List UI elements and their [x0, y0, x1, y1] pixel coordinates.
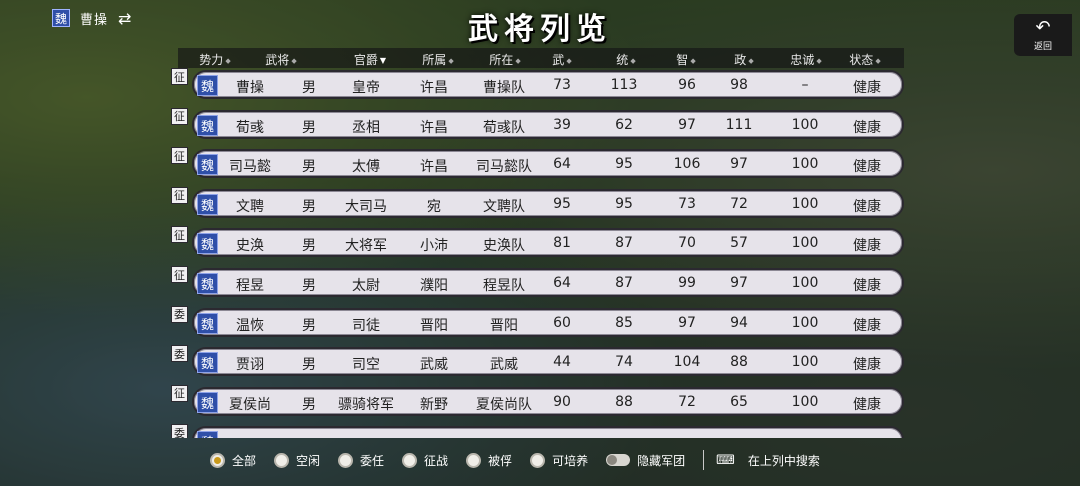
table-row[interactable]: 征魏司马懿男太傅 许昌 司马懿队 64 95 106 97 100 健康: [170, 147, 910, 181]
column-header-location[interactable]: 所在 ◆: [480, 51, 530, 68]
belong-cell: 许昌: [420, 159, 448, 176]
state-cell: 健康: [853, 159, 881, 176]
belong-cell: 濮阳: [420, 278, 448, 294]
table-row[interactable]: 委魏贾诩男司空 武威 武威 44 74 104 88 100 健康: [170, 345, 910, 379]
table-row[interactable]: 征魏程昱男太尉 濮阳 程昱队 64 87 99 97 100 健康: [170, 266, 910, 300]
back-button[interactable]: ↶ 返回: [1014, 14, 1072, 56]
duty-status-tag: 征: [171, 226, 188, 244]
radio-icon: [530, 452, 546, 468]
duty-status-tag: 委: [171, 345, 188, 363]
state-cell: 健康: [853, 317, 881, 334]
divider: [703, 450, 705, 470]
belong-cell: 新野: [420, 396, 448, 413]
radio-icon: [402, 452, 418, 468]
belong-cell: 小沛: [420, 238, 448, 255]
state-cell: 健康: [853, 357, 881, 374]
belong-cell: 宛: [427, 198, 441, 215]
duty-status-tag: 征: [171, 384, 188, 402]
radio-icon: [338, 452, 354, 468]
state-cell: 健康: [853, 396, 881, 413]
table-row[interactable]: 征魏曹操男皇帝 许昌 曹操队 73 113 96 98– 健康: [170, 68, 910, 102]
table-row[interactable]: 委魏: [170, 424, 910, 438]
toggle-switch: [606, 454, 631, 466]
table-header: 势力 ◆ 武将 ◆ 官爵 ▼ 所属 ◆ 所在 ◆ 武 ◆ 统 ◆ 智 ◆ 政 ◆ 忠诚 ◆ 状态 ◆: [178, 48, 904, 68]
duty-status-tag: 委: [171, 305, 188, 323]
sort-desc-icon: ▼: [379, 56, 387, 65]
duty-status-tag: 委: [171, 424, 188, 438]
table-row[interactable]: 委魏温恢男司徒 晋阳 晋阳 60 85 97 94 100 健康: [170, 305, 910, 340]
column-header-zhi[interactable]: 智 ◆: [672, 51, 700, 68]
column-header-faction[interactable]: 势力 ◆: [192, 51, 238, 68]
duty-status-tag: 征: [171, 186, 188, 204]
column-header-loyalty[interactable]: 忠诚 ◆: [784, 51, 828, 68]
belong-cell: 许昌: [420, 80, 448, 96]
filter-all[interactable]: 全部: [210, 452, 256, 469]
sort-icon: ◆: [748, 56, 754, 65]
sort-icon: ◆: [875, 56, 881, 65]
state-cell: 健康: [853, 278, 881, 294]
column-header-wu[interactable]: 武 ◆: [548, 51, 576, 68]
column-header-tong[interactable]: 统 ◆: [612, 51, 640, 68]
belong-cell: 晋阳: [420, 317, 448, 334]
table-row[interactable]: 征魏夏侯尚男骠骑将军 新野 夏侯尚队 90 88 72 65 100 健康: [170, 384, 910, 419]
hide-army-toggle[interactable]: 隐藏军团: [606, 452, 685, 469]
belong-cell: 武威: [420, 357, 448, 374]
sort-icon: ◆: [291, 56, 297, 65]
sort-icon: ◆: [630, 56, 636, 65]
sort-icon: ◆: [515, 56, 521, 65]
column-header-general[interactable]: 武将 ◆: [256, 51, 306, 68]
filter-captured[interactable]: 被俘: [466, 452, 512, 469]
belong-cell: 许昌: [420, 119, 448, 136]
column-header-zheng[interactable]: 政 ◆: [730, 51, 758, 68]
radio-icon: [466, 452, 482, 468]
state-cell: 健康: [853, 119, 881, 136]
filter-trainable[interactable]: 可培养: [530, 452, 588, 469]
state-cell: 健康: [853, 238, 881, 255]
search-in-list-button[interactable]: ⌨ 在上列中搜索: [716, 452, 820, 469]
sort-icon: ◆: [690, 56, 696, 65]
radio-checked-icon: [210, 452, 225, 468]
table-row[interactable]: 征魏史涣男大将军 小沛 史涣队 81 87 70 57 100 健康: [170, 226, 910, 260]
back-button-label: 返回: [1033, 41, 1052, 52]
page-title: 武将列览: [468, 12, 612, 47]
filter-appointed[interactable]: 委任: [338, 452, 384, 469]
sort-icon: ◆: [816, 56, 822, 65]
radio-icon: [274, 452, 290, 468]
filter-campaign[interactable]: 征战: [402, 452, 448, 469]
return-arrow-icon: ↶: [1035, 16, 1051, 38]
state-cell: 健康: [853, 80, 881, 96]
keyboard-icon: ⌨: [716, 452, 735, 468]
state-cell: 健康: [853, 198, 881, 215]
faction-icon: 魏: [197, 431, 218, 438]
column-header-rank[interactable]: 官爵 ▼: [342, 51, 398, 68]
sort-icon: ◆: [448, 56, 454, 65]
duty-status-tag: 征: [171, 147, 188, 165]
column-header-belong[interactable]: 所属 ◆: [416, 51, 460, 68]
column-header-state[interactable]: 状态 ◆: [842, 51, 888, 68]
duty-status-tag: 征: [171, 266, 188, 283]
row-background[interactable]: [192, 426, 904, 438]
duty-status-tag: 征: [171, 68, 188, 85]
duty-status-tag: 征: [171, 107, 188, 125]
filter-idle[interactable]: 空闲: [274, 452, 320, 469]
filter-bar: 全部 空闲 委任 征战 被俘 可培养 隐藏军团 ⌨ 在上列中搜索: [210, 448, 838, 472]
general-table[interactable]: 征魏曹操男皇帝 许昌 曹操队 73 113 96 98– 健康征魏荀彧男丞相 许昌 荀彧队 39 62…: [170, 68, 910, 438]
table-row[interactable]: 征魏荀彧男丞相 许昌 荀彧队 39 62 97 111 100 健康: [170, 107, 910, 142]
table-row[interactable]: 征魏文聘男大司马宛文聘队 95 95 73 72 100 健康: [170, 186, 910, 221]
sort-icon: ◆: [566, 56, 572, 65]
sort-icon: ◆: [225, 56, 231, 65]
